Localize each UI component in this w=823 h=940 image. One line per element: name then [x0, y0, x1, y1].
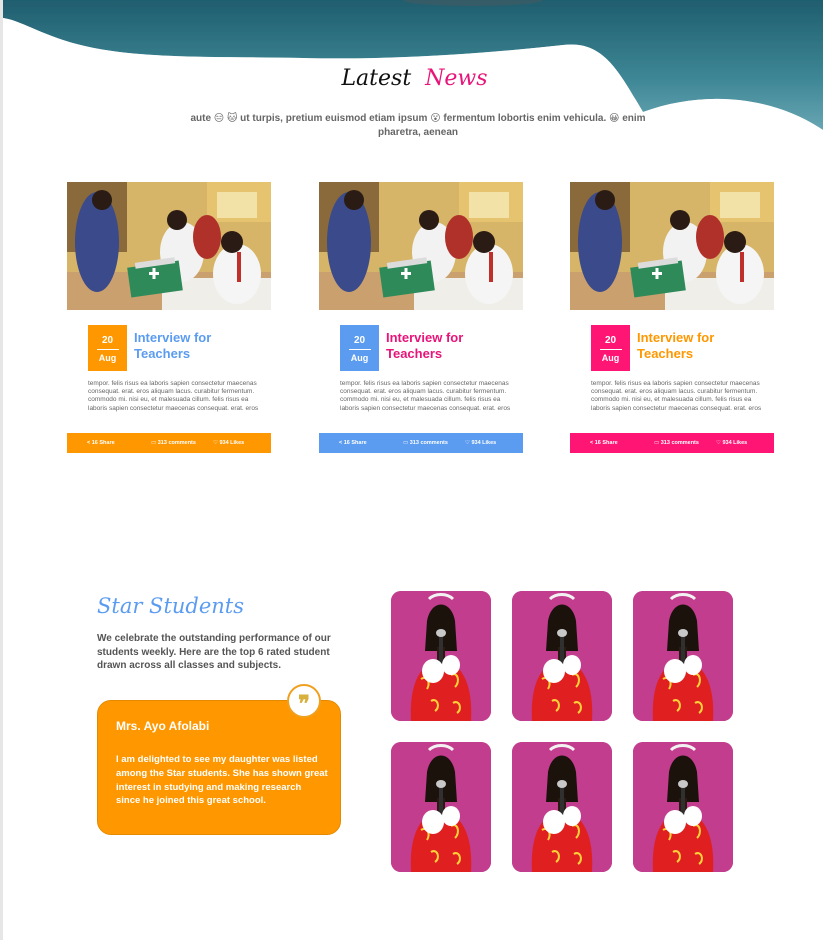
quote-icon: ❞	[287, 684, 321, 718]
news-card[interactable]: 20 Aug Interview for Teachers tempor. fe…	[570, 182, 774, 453]
star-students-title: Star Students	[97, 594, 245, 618]
news-stats-bar: < 16 Share ▭ 313 comments ♡ 934 Likes	[319, 433, 523, 453]
news-stats-bar: < 16 Share ▭ 313 comments ♡ 934 Likes	[67, 433, 271, 453]
news-section-title: Latest News	[3, 66, 823, 91]
likes-button[interactable]: ♡ 934 Likes	[716, 440, 747, 446]
news-excerpt: tempor. felis risus ea laboris sapien co…	[88, 380, 259, 412]
share-button[interactable]: < 16 Share	[87, 440, 115, 446]
likes-button[interactable]: ♡ 934 Likes	[213, 440, 244, 446]
news-card[interactable]: 20 Aug Interview for Teachers tempor. fe…	[67, 182, 271, 453]
news-title[interactable]: Interview for Teachers	[386, 330, 516, 362]
news-photo	[67, 182, 271, 310]
student-photo[interactable]	[633, 591, 733, 721]
news-date-badge: 20 Aug	[88, 325, 127, 371]
student-photo[interactable]	[512, 742, 612, 872]
comments-link[interactable]: ▭ 313 comments	[403, 440, 448, 446]
comment-icon: ▭	[654, 440, 660, 446]
news-title[interactable]: Interview for Teachers	[637, 330, 767, 362]
news-stats-bar: < 16 Share ▭ 313 comments ♡ 934 Likes	[570, 433, 774, 453]
likes-button[interactable]: ♡ 934 Likes	[465, 440, 496, 446]
heart-icon: ♡	[716, 440, 721, 446]
heart-icon: ♡	[213, 440, 218, 446]
testimonial-card: Mrs. Ayo Afolabi I am delighted to see m…	[97, 700, 341, 835]
news-date-day: 20	[353, 335, 366, 346]
share-button[interactable]: < 16 Share	[339, 440, 367, 446]
news-date-day: 20	[604, 335, 617, 346]
student-photo[interactable]	[512, 591, 612, 721]
share-button[interactable]: < 16 Share	[590, 440, 618, 446]
news-title[interactable]: Interview for Teachers	[134, 330, 264, 362]
star-students-description: We celebrate the outstanding performance…	[97, 633, 331, 671]
student-photo[interactable]	[391, 591, 491, 721]
news-date-month: Aug	[601, 353, 620, 363]
news-excerpt: tempor. felis risus ea laboris sapien co…	[591, 380, 762, 412]
news-date-day: 20	[101, 335, 114, 346]
comments-link[interactable]: ▭ 313 comments	[654, 440, 699, 446]
date-divider	[348, 349, 371, 350]
news-date-month: Aug	[350, 353, 369, 363]
student-photo[interactable]	[633, 742, 733, 872]
news-date-badge: 20 Aug	[591, 325, 630, 371]
news-photo	[319, 182, 523, 310]
heart-icon: ♡	[465, 440, 470, 446]
comments-link[interactable]: ▭ 313 comments	[151, 440, 196, 446]
news-subtitle: aute 😑 🐱 ut turpis, pretium euismod etia…	[190, 113, 646, 138]
news-excerpt: tempor. felis risus ea laboris sapien co…	[340, 380, 511, 412]
news-card[interactable]: 20 Aug Interview for Teachers tempor. fe…	[319, 182, 523, 453]
news-date-badge: 20 Aug	[340, 325, 379, 371]
news-date-month: Aug	[98, 353, 117, 363]
date-divider	[599, 349, 622, 350]
date-divider	[96, 349, 119, 350]
comment-icon: ▭	[403, 440, 409, 446]
comment-icon: ▭	[151, 440, 157, 446]
testimonial-text: I am delighted to see my daughter was li…	[116, 754, 328, 807]
news-title-first: Latest	[341, 66, 412, 91]
news-title-second: News	[425, 66, 488, 91]
news-photo	[570, 182, 774, 310]
testimonial-author: Mrs. Ayo Afolabi	[116, 719, 210, 733]
student-photo[interactable]	[391, 742, 491, 872]
